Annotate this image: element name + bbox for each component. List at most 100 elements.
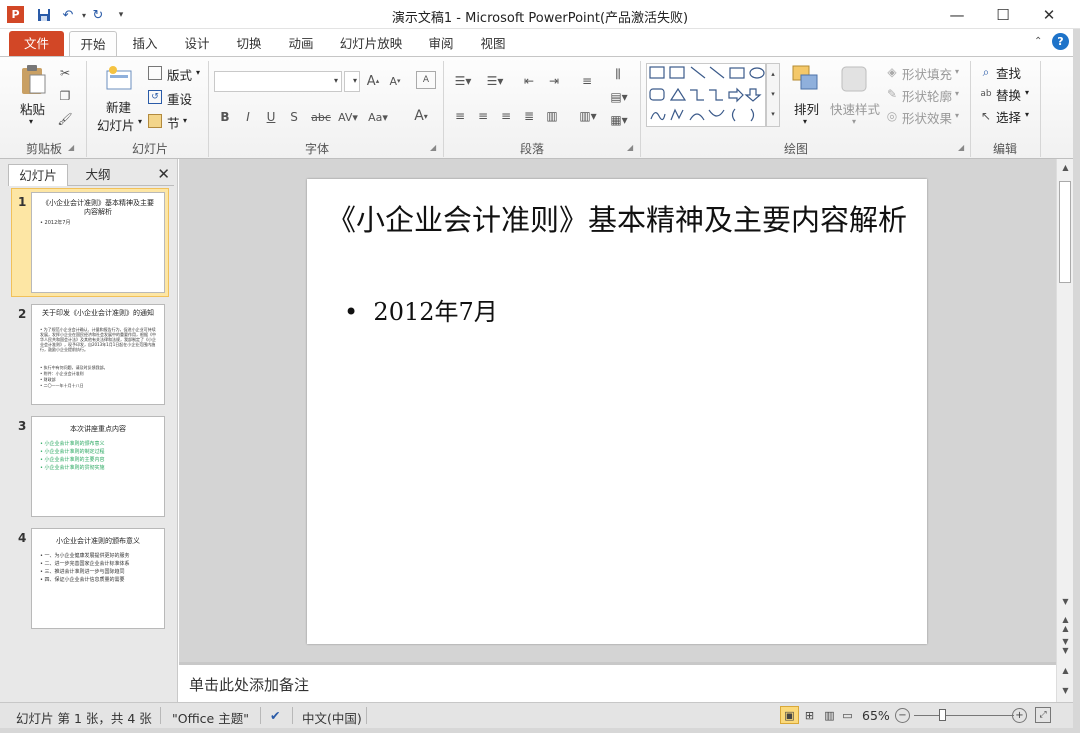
decrease-indent-icon[interactable]: ⇤ (520, 73, 538, 89)
notes-scroll-down-icon[interactable]: ▼ (1057, 686, 1074, 695)
slide-bullet[interactable]: • 2012年7月 (344, 292, 498, 327)
align-left-icon[interactable]: ≡ (452, 108, 468, 124)
replace-button[interactable]: 替换 (996, 85, 1021, 104)
slide-sorter-icon[interactable]: ⊞ (800, 706, 819, 724)
zoom-slider[interactable] (914, 715, 1014, 716)
arrange-button[interactable]: 排列 (794, 99, 819, 118)
shapes-gallery[interactable] (646, 63, 766, 127)
section-icon[interactable] (148, 114, 162, 128)
shape-fill-dropdown-icon[interactable]: ▾ (955, 67, 959, 76)
replace-icon[interactable]: ab (978, 86, 994, 102)
previous-slide-icon[interactable]: ▲ ▲ (1057, 615, 1074, 633)
fit-to-window-icon[interactable]: ⤢ (1035, 707, 1051, 723)
help-icon[interactable]: ? (1052, 33, 1069, 50)
tab-home[interactable]: 开始 (69, 31, 117, 57)
cut-icon[interactable]: ✂ (57, 65, 73, 81)
close-button[interactable]: ✕ (1026, 0, 1072, 29)
quick-styles-icon[interactable] (838, 63, 870, 95)
quick-styles-button[interactable]: 快速样式 (830, 99, 880, 118)
tab-outline[interactable]: 大纲 (68, 164, 128, 186)
tab-insert[interactable]: 插入 (125, 31, 165, 56)
tab-view[interactable]: 视图 (473, 31, 513, 56)
italic-icon[interactable]: I (240, 108, 256, 126)
paste-dropdown-icon[interactable]: ▾ (29, 117, 33, 126)
collapse-ribbon-icon[interactable]: ⌃ (1034, 36, 1042, 47)
zoom-level[interactable]: 65% (862, 708, 890, 723)
layout-icon[interactable] (148, 66, 162, 80)
select-button[interactable]: 选择 (996, 107, 1021, 126)
clear-formatting-icon[interactable]: A (416, 71, 436, 89)
slide-thumbnail-2[interactable]: 关于印发《小企业会计准则》的通知 • 为了规范小企业会计确认、计量和报告行为，促… (31, 304, 165, 405)
shapes-gallery-scroll[interactable]: ▴ ▾ ▾ (766, 63, 780, 127)
reset-icon[interactable]: ↺ (148, 90, 162, 104)
zoom-slider-thumb[interactable] (939, 709, 946, 721)
new-slide-label[interactable]: 幻灯片 (97, 115, 135, 134)
notes-placeholder[interactable]: 单击此处添加备注 (189, 674, 309, 695)
maximize-button[interactable]: ☐ (980, 0, 1026, 29)
scroll-thumb[interactable] (1059, 181, 1071, 283)
character-spacing-icon[interactable]: AV▾ (336, 108, 360, 126)
slideshow-icon[interactable]: ▭ (838, 706, 857, 724)
scroll-down-icon[interactable]: ▼ (1057, 597, 1074, 606)
normal-view-icon[interactable]: ▣ (780, 706, 799, 724)
theme-name[interactable]: "Office 主题" (172, 708, 249, 727)
align-text-icon[interactable]: ▤▾ (608, 88, 630, 106)
drawing-launcher-icon[interactable]: ◢ (958, 143, 964, 152)
zoom-in-icon[interactable]: + (1012, 708, 1027, 723)
justify-icon[interactable]: ≣ (521, 108, 537, 124)
font-launcher-icon[interactable]: ◢ (430, 143, 436, 152)
select-dropdown-icon[interactable]: ▾ (1025, 110, 1029, 119)
reading-view-icon[interactable]: ▥ (820, 706, 839, 724)
spell-check-icon[interactable]: ✔ (270, 708, 280, 723)
bullets-icon[interactable]: ☰▾ (452, 73, 474, 89)
tab-slides[interactable]: 幻灯片 (8, 164, 68, 186)
align-right-icon[interactable]: ≡ (498, 108, 514, 124)
copy-icon[interactable]: ❐ (57, 88, 73, 104)
shrink-font-icon[interactable]: A ▾ (386, 72, 404, 90)
notes-pane[interactable]: 单击此处添加备注 (179, 662, 1056, 702)
close-icon[interactable]: ✕ (157, 165, 170, 183)
numbering-icon[interactable]: ☰▾ (484, 73, 506, 89)
increase-indent-icon[interactable]: ⇥ (545, 73, 563, 89)
tab-file[interactable]: 文件 (9, 31, 64, 56)
font-color-icon[interactable]: A ▾ (408, 106, 434, 126)
find-button[interactable]: 查找 (996, 63, 1021, 82)
smartart-icon[interactable]: ▦▾ (608, 111, 630, 129)
slide-canvas[interactable]: 《小企业会计准则》基本精神及主要内容解析 • 2012年7月 (307, 179, 927, 644)
clipboard-launcher-icon[interactable]: ◢ (68, 143, 74, 152)
vertical-scrollbar[interactable]: ▲ ▼ ▲ ▲ ▼ ▼ (1056, 159, 1073, 662)
new-slide-dropdown-icon[interactable]: ▾ (138, 117, 142, 126)
find-icon[interactable]: ⌕ (978, 64, 994, 80)
align-center-icon[interactable]: ≡ (475, 108, 491, 124)
tab-transitions[interactable]: 切换 (229, 31, 269, 56)
text-direction-icon[interactable]: ⫼ (608, 65, 628, 83)
columns-icon[interactable]: ▥▾ (576, 108, 600, 124)
tab-design[interactable]: 设计 (177, 31, 217, 56)
reset-button[interactable]: 重设 (167, 89, 192, 108)
line-spacing-icon[interactable]: ≡ (578, 73, 596, 89)
layout-button[interactable]: 版式 (167, 65, 192, 84)
select-icon[interactable]: ↖ (978, 108, 994, 124)
underline-icon[interactable]: U (263, 108, 279, 126)
shape-outline-button[interactable]: 形状轮廓 (902, 86, 952, 105)
paste-icon[interactable] (18, 63, 48, 97)
new-slide-button[interactable]: 新建 (106, 97, 131, 116)
font-name-combo[interactable]: ▾ (214, 71, 342, 92)
shape-effects-button[interactable]: 形状效果 (902, 108, 952, 127)
notes-scrollbar[interactable]: ▲ ▼ (1056, 662, 1073, 702)
tab-slideshow[interactable]: 幻灯片放映 (335, 31, 407, 56)
next-slide-icon[interactable]: ▼ ▼ (1057, 637, 1074, 655)
notes-scroll-up-icon[interactable]: ▲ (1057, 666, 1074, 675)
slide-thumbnail-1[interactable]: 《小企业会计准则》基本精神及主要内容解析 • 2012年7月 (31, 192, 165, 293)
shape-fill-button[interactable]: 形状填充 (902, 64, 952, 83)
tab-review[interactable]: 审阅 (421, 31, 461, 56)
replace-dropdown-icon[interactable]: ▾ (1025, 88, 1029, 97)
strikethrough-icon[interactable]: abc (310, 108, 332, 126)
font-size-combo[interactable]: ▾ (344, 71, 360, 92)
language[interactable]: 中文(中国) (302, 708, 362, 727)
zoom-out-icon[interactable]: − (895, 708, 910, 723)
slide-thumbnail-3[interactable]: 本次讲座重点内容 • 小企业会计准则的颁布意义 • 小企业会计准则的制定过程 •… (31, 416, 165, 517)
distributed-icon[interactable]: ▥ (544, 108, 560, 124)
scroll-up-icon[interactable]: ▲ (1057, 163, 1074, 172)
grow-font-icon[interactable]: A ▴ (364, 72, 382, 90)
